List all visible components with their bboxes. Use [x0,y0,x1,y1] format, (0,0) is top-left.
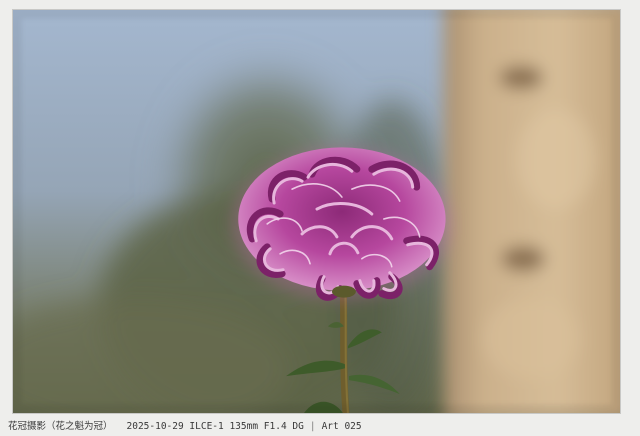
caption-title: 花冠摄影（花之魁为冠） [8,421,113,432]
chrysanthemum-flower [232,147,452,301]
caption-series: Art 025 [321,421,362,432]
stone-pillar [443,10,620,413]
photo-card: 花冠摄影（花之魁为冠） 2025-10-29 ILCE-1 135mm F1.4… [0,0,640,436]
flower-photo-image [13,10,620,413]
photo-caption: 花冠摄影（花之魁为冠） 2025-10-29 ILCE-1 135mm F1.4… [8,420,362,434]
flower-photo [12,9,621,414]
caption-separator: | [309,421,316,432]
caption-exif: 2025-10-29 ILCE-1 135mm F1.4 DG [126,421,304,432]
